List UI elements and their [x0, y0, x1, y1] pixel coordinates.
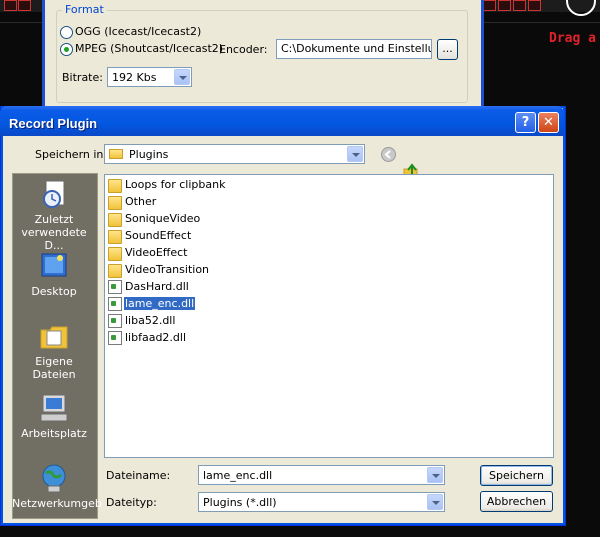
bitrate-value: 192 Kbs	[112, 71, 157, 84]
drag-hint-text: Drag a	[549, 31, 596, 46]
list-item[interactable]: Other	[108, 193, 226, 210]
file-list[interactable]: Loops for clipbank Other SoniqueVideo So…	[104, 174, 554, 458]
background-toolbar-box	[513, 0, 526, 11]
save-in-select[interactable]: Plugins	[104, 144, 365, 164]
list-item-name: lame_enc.dll	[122, 296, 197, 311]
filename-field[interactable]: lame_enc.dll	[198, 465, 445, 485]
mpeg-label[interactable]: MPEG (Shoutcast/Icecast2)	[75, 42, 223, 55]
list-item-name: libfaad2.dll	[125, 331, 187, 344]
list-item-name: SoundEffect	[125, 229, 192, 242]
list-item[interactable]: Loops for clipbank	[108, 176, 226, 193]
dll-file-icon	[108, 279, 122, 294]
place-my-documents-label: Eigene Dateien	[32, 355, 76, 381]
background-toolbar-box	[4, 0, 17, 11]
place-my-computer-label: Arbeitsplatz	[21, 427, 87, 440]
folder-icon	[108, 178, 122, 193]
dialog-title: Record Plugin	[9, 116, 98, 131]
file-list-items: Loops for clipbank Other SoniqueVideo So…	[108, 176, 226, 346]
list-item-selected[interactable]: lame_enc.dll	[108, 295, 226, 312]
network-icon	[38, 462, 70, 494]
desktop-icon	[38, 250, 70, 282]
background-toolbar-box	[483, 0, 496, 11]
chevron-down-icon[interactable]	[427, 467, 443, 483]
filename-value: lame_enc.dll	[203, 469, 273, 482]
list-item-name: Other	[125, 195, 157, 208]
list-item[interactable]: liba52.dll	[108, 312, 226, 329]
folder-icon	[108, 263, 122, 278]
place-recent[interactable]: Zuletzt verwendete D...	[12, 178, 96, 252]
list-item-name: SoniqueVideo	[125, 212, 201, 225]
list-item[interactable]: DasHard.dll	[108, 278, 226, 295]
ogg-radio[interactable]	[60, 26, 73, 39]
list-item[interactable]: VideoTransition	[108, 261, 226, 278]
my-computer-icon	[38, 392, 70, 424]
folder-icon	[108, 229, 122, 244]
list-item[interactable]: VideoEffect	[108, 244, 226, 261]
chevron-down-icon[interactable]	[427, 494, 443, 510]
place-my-computer[interactable]: Arbeitsplatz	[12, 392, 96, 440]
place-desktop[interactable]: Desktop	[12, 250, 96, 298]
place-desktop-label: Desktop	[31, 285, 77, 298]
list-item-name: liba52.dll	[125, 314, 176, 327]
dll-file-icon	[108, 330, 122, 345]
save-in-value: Plugins	[129, 148, 169, 161]
chevron-down-icon[interactable]	[174, 69, 190, 85]
filetype-value: Plugins (*.dll)	[203, 496, 277, 509]
list-item[interactable]: SoniqueVideo	[108, 210, 226, 227]
my-documents-icon	[38, 320, 70, 352]
list-item-name: DasHard.dll	[125, 280, 189, 293]
place-my-documents[interactable]: Eigene Dateien	[12, 320, 96, 381]
filetype-select[interactable]: Plugins (*.dll)	[198, 492, 445, 512]
place-network[interactable]: Netzwerkumgeb	[12, 462, 102, 510]
mpeg-radio[interactable]	[60, 43, 73, 56]
folder-icon	[108, 246, 122, 261]
recent-documents-icon	[38, 178, 70, 210]
encoder-label: Encoder:	[219, 43, 268, 56]
folder-icon	[109, 149, 123, 159]
format-legend: Format	[62, 3, 107, 16]
help-button[interactable]: ?	[515, 112, 536, 133]
dll-file-icon	[108, 296, 122, 311]
save-in-label: Speichern in:	[35, 148, 108, 161]
ogg-label[interactable]: OGG (Icecast/Icecast2)	[75, 25, 201, 38]
chevron-down-icon[interactable]	[347, 146, 363, 162]
list-item[interactable]: libfaad2.dll	[108, 329, 226, 346]
list-item-name: Loops for clipbank	[125, 178, 226, 191]
close-button[interactable]: ✕	[538, 112, 559, 133]
list-item[interactable]: SoundEffect	[108, 227, 226, 244]
save-button[interactable]: Speichern	[480, 465, 553, 486]
back-icon[interactable]	[380, 146, 397, 163]
list-item-name: VideoTransition	[125, 263, 210, 276]
folder-icon	[108, 195, 122, 210]
background-toolbar-box	[18, 0, 31, 11]
dll-file-icon	[108, 313, 122, 328]
place-network-label: Netzwerkumgeb	[12, 497, 102, 510]
cancel-button[interactable]: Abbrechen	[480, 491, 553, 512]
filename-label: Dateiname:	[106, 469, 171, 482]
list-item-name: VideoEffect	[125, 246, 188, 259]
background-toolbar-box	[528, 0, 541, 11]
bitrate-label: Bitrate:	[62, 71, 103, 84]
place-recent-label: Zuletzt verwendete D...	[21, 213, 87, 252]
background-toolbar-box	[498, 0, 511, 11]
browse-button[interactable]: ...	[437, 39, 458, 60]
folder-icon	[108, 212, 122, 227]
bitrate-select[interactable]: 192 Kbs	[107, 67, 192, 87]
encoder-path-field[interactable]: C:\Dokumente und Einstellung	[276, 39, 432, 59]
filetype-label: Dateityp:	[106, 496, 157, 509]
